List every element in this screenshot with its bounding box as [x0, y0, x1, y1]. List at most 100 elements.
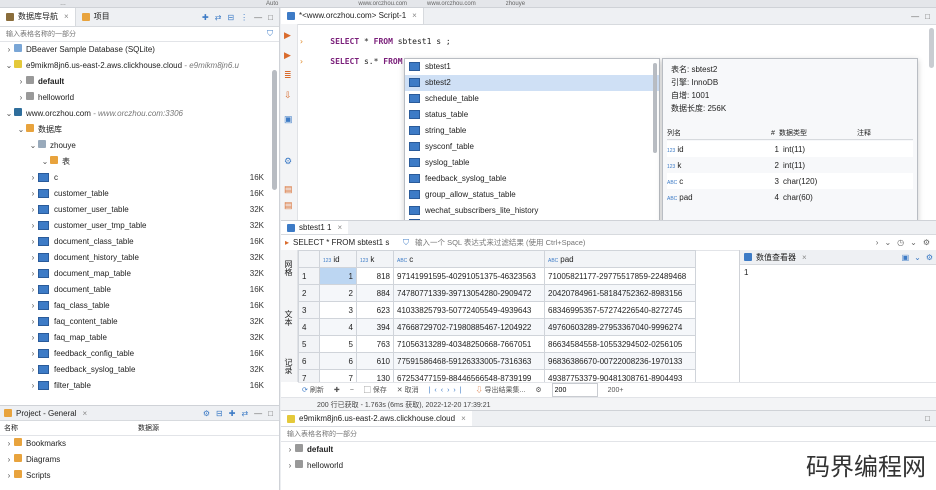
- navigator-scrollbar[interactable]: [272, 70, 277, 190]
- fetch-more-button[interactable]: 200+: [608, 387, 624, 394]
- cell-id[interactable]: 7: [319, 369, 357, 382]
- collapse-icon[interactable]: ⊟: [216, 409, 223, 418]
- zhouye-tab[interactable]: zhouye: [506, 1, 525, 7]
- autocomplete-item[interactable]: sbtest1: [405, 59, 659, 75]
- gear-icon[interactable]: ⚙: [203, 409, 210, 418]
- table-item[interactable]: › filter_table 16K: [0, 378, 270, 394]
- bottom-filter-input[interactable]: [285, 427, 529, 441]
- autocomplete-item[interactable]: sysconf_table: [405, 139, 659, 155]
- limit-settings-icon[interactable]: ⚙: [535, 386, 541, 394]
- tree-item-helloworld[interactable]: › helloworld: [0, 90, 270, 106]
- cell-k[interactable]: 623: [356, 301, 394, 319]
- link-icon[interactable]: ⇄: [241, 409, 248, 418]
- filter-icon[interactable]: ⛉: [267, 29, 273, 39]
- tab-clickhouse[interactable]: e9mikm8jn6.us-east-2.aws.clickhouse.clou…: [281, 411, 472, 426]
- tree-item-tables[interactable]: ⌄ 表: [0, 154, 270, 170]
- column-header-pad[interactable]: ABC pad: [544, 250, 696, 268]
- editor-scrollbar[interactable]: [929, 28, 934, 68]
- auto-commit-select[interactable]: Auto: [266, 1, 278, 7]
- settings-icon[interactable]: ⚙: [923, 238, 930, 247]
- table-item[interactable]: › faq_content_table 32K: [0, 314, 270, 330]
- autocomplete-item[interactable]: schedule_table: [405, 91, 659, 107]
- table-item[interactable]: › faq_map_table 32K: [0, 330, 270, 346]
- table-item[interactable]: › c 16K: [0, 170, 270, 186]
- close-icon[interactable]: ×: [64, 10, 69, 24]
- column-header-c[interactable]: ABC c: [393, 250, 545, 268]
- tab-projects[interactable]: 项目: [76, 8, 116, 26]
- chevron-right-icon[interactable]: ›: [16, 74, 26, 90]
- chevron-right-icon[interactable]: ›: [28, 282, 38, 298]
- maximize-icon[interactable]: □: [925, 12, 930, 21]
- chevron-right-icon[interactable]: ›: [28, 330, 38, 346]
- cell-k[interactable]: 610: [356, 352, 394, 370]
- cell-id[interactable]: 2: [319, 284, 357, 302]
- autocomplete-item[interactable]: group_allow_status_table: [405, 187, 659, 203]
- results-filter-input[interactable]: [413, 237, 798, 248]
- autocomplete-item[interactable]: feedback_syslog_table: [405, 171, 659, 187]
- autocomplete-item[interactable]: wechat_subscribers_lite_history: [405, 203, 659, 219]
- chevron-right-icon[interactable]: ›: [28, 234, 38, 250]
- close-icon[interactable]: ×: [412, 9, 417, 23]
- cell-pad[interactable]: 49760603289-27953367040-9996274: [544, 318, 696, 336]
- autocomplete-item-selected[interactable]: sbtest2: [405, 75, 659, 91]
- table-row[interactable]: 4 4 394 47668729702-71980885467-1204922 …: [298, 318, 696, 336]
- tab-database-navigator[interactable]: 数据库导航 ×: [0, 8, 76, 26]
- menu-icon[interactable]: ⋮: [240, 13, 248, 22]
- chevron-right-icon[interactable]: ›: [28, 218, 38, 234]
- tree-item-clickhouse[interactable]: ⌄ e9mikm8jn6.us-east-2.aws.clickhouse.clo…: [0, 58, 270, 74]
- cancel-button[interactable]: ✕ 取消: [397, 385, 419, 395]
- autocomplete-scrollbar[interactable]: [653, 63, 657, 153]
- chevron-right-icon[interactable]: ›: [28, 314, 38, 330]
- chevron-right-icon[interactable]: ›: [16, 90, 26, 106]
- chevron-right-icon[interactable]: ›: [876, 238, 879, 247]
- file-icon[interactable]: ▤: [284, 200, 293, 211]
- side-tab-record[interactable]: 记录: [283, 358, 294, 374]
- chevron-down-icon[interactable]: ⌄: [28, 138, 38, 154]
- tree-item-sqlite[interactable]: › DBeaver Sample Database (SQLite): [0, 42, 270, 58]
- autocomplete-item[interactable]: syslog_table: [405, 155, 659, 171]
- value-viewer-content[interactable]: 1: [740, 265, 936, 280]
- chevron-right-icon[interactable]: ›: [28, 362, 38, 378]
- maximize-icon[interactable]: □: [268, 13, 273, 22]
- add-row-icon[interactable]: ✚: [334, 386, 340, 394]
- tab-script-1[interactable]: *<www.orczhou.com> Script-1 ×: [281, 8, 424, 24]
- new-connection-icon[interactable]: ✚: [202, 13, 209, 22]
- file-icon[interactable]: ▤: [284, 184, 293, 195]
- project-item-bookmarks[interactable]: › Bookmarks: [0, 436, 279, 452]
- save-button[interactable]: ▢ 保存: [364, 385, 387, 395]
- chevron-right-icon[interactable]: ›: [28, 202, 38, 218]
- chevron-down-icon[interactable]: ⌄: [884, 238, 891, 247]
- code-line-2[interactable]: ›SELECT s.* FROM sb: [299, 48, 417, 75]
- chevron-right-icon[interactable]: ›: [28, 170, 38, 186]
- url-tab[interactable]: www.orczhou.com: [427, 1, 476, 7]
- table-item[interactable]: › faq_class_table 16K: [0, 298, 270, 314]
- chevron-right-icon[interactable]: ›: [28, 266, 38, 282]
- cell-pad[interactable]: 49387753379-90481308761-8904493: [544, 369, 696, 382]
- chevron-down-icon[interactable]: ⌄: [4, 58, 14, 74]
- chevron-down-icon[interactable]: ⌄: [40, 154, 50, 170]
- chevron-right-icon[interactable]: ›: [4, 436, 14, 452]
- cell-id[interactable]: 1: [319, 267, 357, 285]
- cell-c[interactable]: 77591586468-59126333005-7316363: [393, 352, 545, 370]
- cell-pad[interactable]: 96836386670-00722008236-1970133: [544, 352, 696, 370]
- maximize-icon[interactable]: □: [925, 414, 930, 423]
- table-item[interactable]: › document_class_table 16K: [0, 234, 270, 250]
- explain-icon[interactable]: ≣: [284, 70, 292, 81]
- gear-icon[interactable]: ⚙: [284, 156, 292, 167]
- chevron-down-icon[interactable]: ⌄: [910, 238, 917, 247]
- settings-icon[interactable]: ⚙: [926, 253, 933, 262]
- close-icon[interactable]: ×: [461, 412, 466, 426]
- last-page-icon[interactable]: ›|: [453, 387, 465, 394]
- cell-k[interactable]: 884: [356, 284, 394, 302]
- tree-item-default[interactable]: › default: [0, 74, 270, 90]
- autocomplete-item[interactable]: string_table: [405, 123, 659, 139]
- cell-pad[interactable]: 86634584558-10553294502-0256105: [544, 335, 696, 353]
- table-item[interactable]: › document_map_table 32K: [0, 266, 270, 282]
- project-item-scripts[interactable]: › Scripts: [0, 468, 279, 484]
- export-icon[interactable]: ⇩: [284, 90, 292, 101]
- chevron-down-icon[interactable]: ⌄: [16, 122, 26, 138]
- cell-pad[interactable]: 68346995357-57274226540-8272745: [544, 301, 696, 319]
- close-icon[interactable]: ×: [802, 253, 807, 262]
- close-icon[interactable]: ×: [337, 221, 342, 235]
- cell-id[interactable]: 5: [319, 335, 357, 353]
